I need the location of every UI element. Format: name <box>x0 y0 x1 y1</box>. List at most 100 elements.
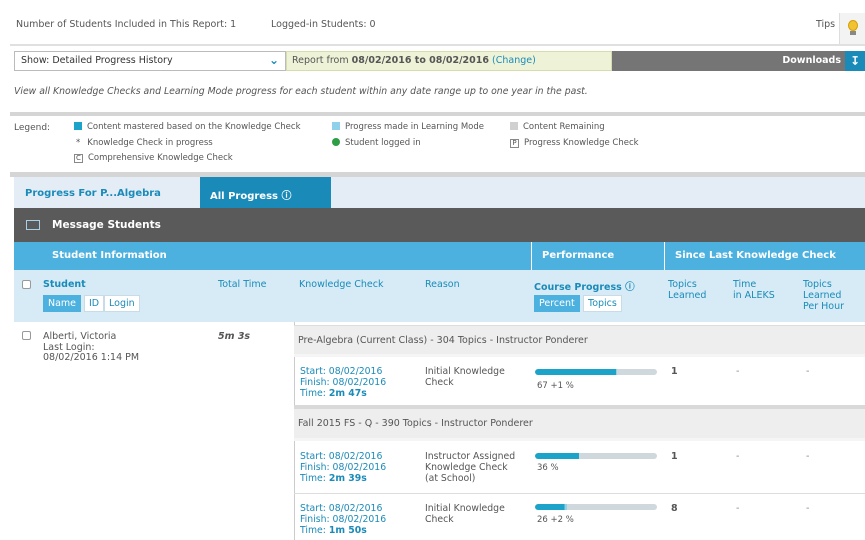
header-line: Time <box>733 279 757 290</box>
legend-learning-mode-label: Progress made in Learning Mode <box>345 122 485 132</box>
time-in-aleks-value: - <box>736 503 740 514</box>
logged-in-dot-icon <box>332 138 340 146</box>
student-name-link[interactable]: Alberti, Victoria <box>43 331 116 342</box>
progress-fill <box>535 504 567 510</box>
header-line: Topics <box>803 279 832 290</box>
sort-by-id-button[interactable]: ID <box>84 295 105 312</box>
student-column-header[interactable]: Student <box>43 279 86 290</box>
downloads-bar[interactable]: Downloads ↧ <box>612 51 865 71</box>
downloads-button[interactable]: Downloads <box>782 55 841 66</box>
attempt-reason-line: Knowledge Check <box>425 462 508 473</box>
total-time-column-header[interactable]: Total Time <box>218 279 266 290</box>
time-value: 2m 39s <box>328 473 367 484</box>
legend-progress-kc: P Progress Knowledge Check <box>510 138 639 148</box>
report-info-bar: Number of Students Included in This Repo… <box>10 0 865 43</box>
show-report-type-select[interactable]: Show: Detailed Progress History ⌄ <box>14 51 286 71</box>
course-progress-bar <box>535 504 657 510</box>
topics-learned-value: 8 <box>671 503 678 514</box>
sort-by-login-button[interactable]: Login <box>104 295 140 312</box>
attempt-time: Time: 2m 39s <box>300 473 367 484</box>
attempt-finish-date[interactable]: Finish: 08/02/2016 <box>300 514 386 525</box>
student-information-header: Student Information <box>14 242 531 270</box>
select-all-checkbox[interactable] <box>22 280 31 289</box>
percent-toggle-button[interactable]: Percent <box>534 295 580 312</box>
header-line: Topics <box>668 279 697 290</box>
attempt-reason-line: (at School) <box>425 473 476 484</box>
progress-fill <box>535 369 617 375</box>
divider <box>10 112 865 116</box>
attempt-start-date[interactable]: Start: 08/02/2016 <box>300 451 382 462</box>
remaining-swatch-icon <box>510 122 518 130</box>
legend-remaining-label: Content Remaining <box>523 122 605 132</box>
topics-per-hour-value: - <box>806 451 810 462</box>
legend-mastered-label: Content mastered based on the Knowledge … <box>87 122 301 132</box>
header-line: Learned <box>668 290 707 301</box>
legend-progress-kc-label: Progress Knowledge Check <box>524 138 639 148</box>
legend-mastered: Content mastered based on the Knowledge … <box>74 122 301 132</box>
attempt-reason-line: Instructor Assigned <box>425 451 516 462</box>
report-range-prefix: Report from <box>292 55 349 66</box>
legend-comprehensive-label: Comprehensive Knowledge Check <box>88 153 233 163</box>
tips-link[interactable]: Tips <box>816 19 835 30</box>
course-progress-bar <box>535 453 657 459</box>
legend-title: Legend: <box>14 123 51 133</box>
show-select-value: Show: Detailed Progress History <box>21 55 173 66</box>
attempt-start-date[interactable]: Start: 08/02/2016 <box>300 503 382 514</box>
message-students-bar[interactable]: Message Students <box>14 208 865 242</box>
lightbulb-icon[interactable] <box>839 13 865 45</box>
topics-per-hour-value: - <box>806 503 810 514</box>
class-header-pre-algebra: Pre-Algebra (Current Class) - 304 Topics… <box>294 325 865 354</box>
student-row-checkbox[interactable] <box>22 331 31 340</box>
attempt-time: Time: 2m 47s <box>300 388 367 399</box>
reason-column-header[interactable]: Reason <box>425 279 460 290</box>
legend-comprehensive: C Comprehensive Knowledge Check <box>74 153 233 163</box>
time-in-aleks-column-header[interactable]: Time in ALEKS <box>733 279 775 301</box>
divider <box>294 354 865 357</box>
attempt-finish-date[interactable]: Finish: 08/02/2016 <box>300 377 386 388</box>
chevron-down-icon: ⌄ <box>268 53 279 67</box>
attempt-reason-line: Check <box>425 514 454 525</box>
topics-per-hour-column-header[interactable]: Topics Learned Per Hour <box>803 279 844 312</box>
report-date-range: Report from 08/02/2016 to 08/02/2016 (Ch… <box>286 51 612 71</box>
legend-in-progress-label: Knowledge Check in progress <box>87 138 213 148</box>
message-students-button[interactable]: Message Students <box>52 219 161 231</box>
course-progress-bar <box>535 369 657 375</box>
students-included-count: Number of Students Included in This Repo… <box>16 19 237 30</box>
knowledge-check-column-header[interactable]: Knowledge Check <box>299 279 383 290</box>
legend-learning-mode: Progress made in Learning Mode <box>332 122 484 132</box>
time-label: Time: <box>300 388 326 399</box>
since-last-check-header: Since Last Knowledge Check <box>665 242 865 270</box>
tab-progress-for-class[interactable]: Progress For P...Algebra <box>25 188 161 199</box>
attempt-reason-line: Initial Knowledge <box>425 503 505 514</box>
course-progress-label: 26 +2 % <box>537 515 574 525</box>
envelope-icon <box>26 220 40 230</box>
header-line: Per Hour <box>803 301 845 312</box>
attempt-reason-line: Check <box>425 377 454 388</box>
mastered-swatch-icon <box>74 122 82 130</box>
attempt-time: Time: 1m 50s <box>300 525 367 536</box>
legend-remaining: Content Remaining <box>510 122 605 132</box>
topics-learned-value: 1 <box>671 451 678 462</box>
topics-learned-value: 1 <box>671 366 678 377</box>
legend-in-progress: * Knowledge Check in progress <box>74 138 213 148</box>
sort-by-name-button[interactable]: Name <box>43 295 82 312</box>
topics-learned-column-header[interactable]: Topics Learned <box>668 279 706 301</box>
attempt-finish-date[interactable]: Finish: 08/02/2016 <box>300 462 386 473</box>
tab-all-progress[interactable]: All Progress ⓘ <box>200 177 331 208</box>
divider <box>294 438 865 441</box>
last-login-value: 08/02/2016 1:14 PM <box>43 352 140 363</box>
header-line: in ALEKS <box>733 290 775 301</box>
download-icon[interactable]: ↧ <box>845 51 865 71</box>
class-header-fall-2015: Fall 2015 FS - Q - 390 Topics - Instruct… <box>294 409 865 438</box>
logged-in-students-count: Logged-in Students: 0 <box>271 19 376 30</box>
report-range-dates: 08/02/2016 to 08/02/2016 <box>351 55 489 66</box>
change-date-link[interactable]: (Change) <box>492 55 536 66</box>
header-line: Learned <box>803 290 842 301</box>
course-progress-column-header[interactable]: Course Progress ⓘ <box>534 279 635 293</box>
time-value: 2m 47s <box>328 388 367 399</box>
divider <box>294 493 865 494</box>
attempt-start-date[interactable]: Start: 08/02/2016 <box>300 366 382 377</box>
performance-header: Performance <box>532 242 664 270</box>
total-time-value: 5m 3s <box>218 331 251 342</box>
topics-toggle-button[interactable]: Topics <box>583 295 622 312</box>
